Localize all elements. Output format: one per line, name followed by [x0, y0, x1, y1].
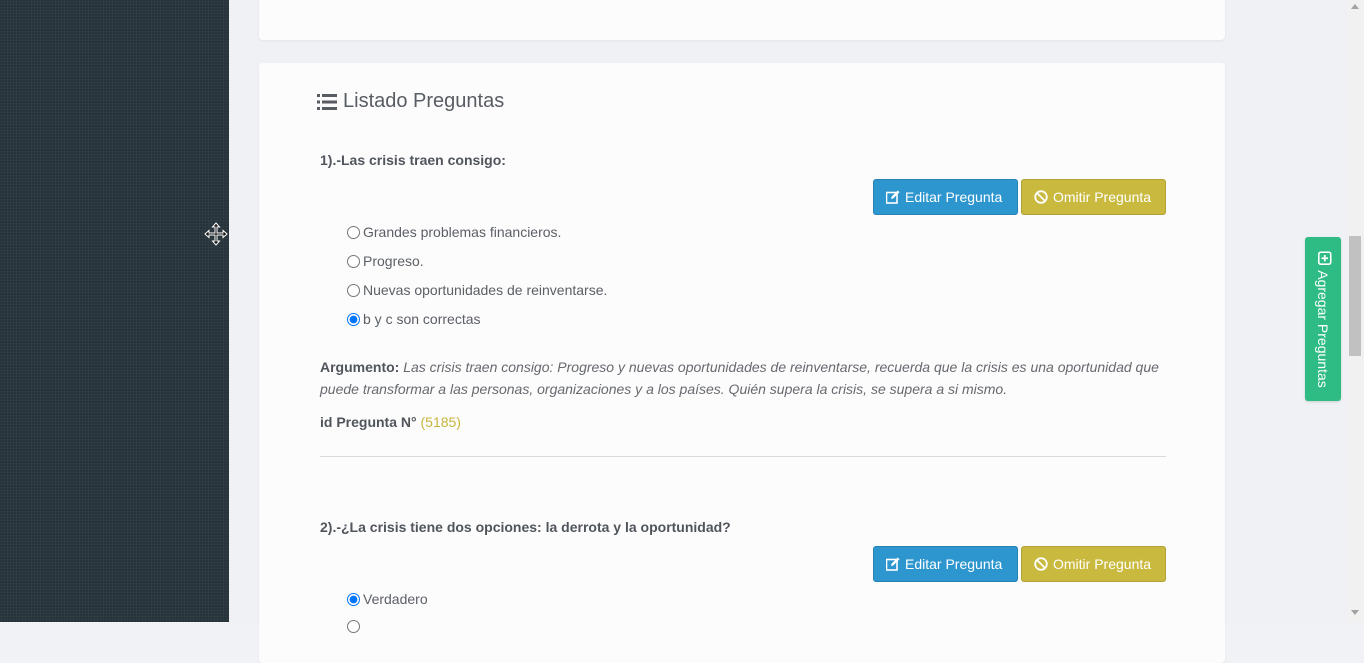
- add-questions-label: Agregar Preguntas: [1315, 269, 1331, 388]
- question-1-option-a[interactable]: Grandes problemas financieros.: [347, 224, 561, 240]
- id-label: id Pregunta N°: [320, 414, 417, 430]
- vertical-scrollbar[interactable]: [1347, 0, 1364, 622]
- edit-icon: [886, 190, 900, 204]
- omit-question-2-button[interactable]: Omitir Pregunta: [1021, 546, 1166, 582]
- add-questions-button[interactable]: Agregar Preguntas: [1305, 237, 1341, 401]
- question-2-option-a[interactable]: Verdadero: [347, 591, 428, 607]
- list-icon: [317, 93, 337, 110]
- option-b-radio[interactable]: [347, 254, 360, 268]
- scroll-thumb[interactable]: [1349, 236, 1361, 356]
- option-d-label: b y c son correctas: [363, 311, 481, 327]
- question-1-option-d[interactable]: b y c son correctas: [347, 311, 481, 327]
- omit-question-1-label: Omitir Pregunta: [1053, 189, 1152, 205]
- question-1-id: id Pregunta N° (5185): [320, 414, 461, 430]
- option-verdadero-radio[interactable]: [347, 592, 360, 606]
- ban-icon: [1034, 190, 1048, 204]
- option-d-radio[interactable]: [347, 312, 360, 326]
- option-verdadero-label: Verdadero: [363, 591, 428, 607]
- option-a-radio[interactable]: [347, 225, 360, 239]
- option-a-label: Grandes problemas financieros.: [363, 224, 562, 240]
- option-b-label: Progreso.: [363, 253, 424, 269]
- plus-square-icon: [1315, 250, 1332, 265]
- option-c-label: Nuevas oportunidades de reinventarse.: [363, 282, 608, 298]
- question-2-text: 2).-¿La crisis tiene dos opciones: la de…: [320, 519, 731, 535]
- previous-card: [259, 0, 1225, 40]
- edit-question-1-button[interactable]: Editar Pregunta: [873, 179, 1018, 215]
- left-panel: [0, 0, 229, 622]
- argument-text: Las crisis traen consigo: Progreso y nue…: [320, 359, 1159, 397]
- question-1-option-c[interactable]: Nuevas oportunidades de reinventarse.: [347, 282, 607, 298]
- ban-icon: [1034, 557, 1048, 571]
- edit-question-2-button[interactable]: Editar Pregunta: [873, 546, 1018, 582]
- scroll-up-arrow-icon[interactable]: [1351, 4, 1359, 9]
- move-cursor-icon: [204, 222, 228, 246]
- argument-label: Argumento:: [320, 359, 400, 375]
- questions-card: Listado Preguntas 1).-Las crisis traen c…: [259, 63, 1225, 663]
- question-1-text: 1).-Las crisis traen consigo:: [320, 152, 506, 168]
- option-c-radio[interactable]: [347, 283, 360, 297]
- question-1-option-b[interactable]: Progreso.: [347, 253, 424, 269]
- edit-question-2-label: Editar Pregunta: [905, 556, 1003, 572]
- section-title-text: Listado Preguntas: [343, 90, 505, 112]
- omit-question-1-button[interactable]: Omitir Pregunta: [1021, 179, 1166, 215]
- edit-icon: [886, 557, 900, 571]
- main-content: Listado Preguntas 1).-Las crisis traen c…: [229, 0, 1347, 663]
- edit-question-1-label: Editar Pregunta: [905, 189, 1003, 205]
- scroll-down-arrow-icon[interactable]: [1351, 610, 1359, 615]
- section-title: Listado Preguntas: [317, 90, 504, 113]
- question-divider: [320, 456, 1166, 457]
- omit-question-2-label: Omitir Pregunta: [1053, 556, 1152, 572]
- question-1-argument: Argumento: Las crisis traen consigo: Pro…: [320, 356, 1166, 400]
- id-value: (5185): [420, 414, 461, 430]
